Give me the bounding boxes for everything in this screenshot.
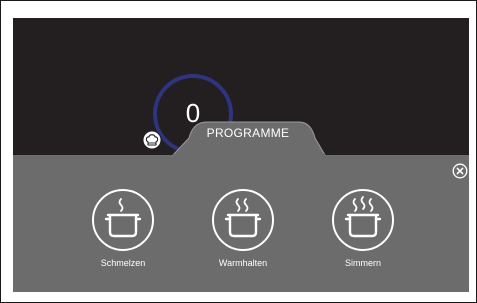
pot-steam-icon — [332, 189, 394, 251]
program-warmhalten-button[interactable]: Warmhalten — [193, 183, 293, 283]
programs-tab-label: PROGRAMME — [206, 126, 290, 140]
pot-steam-icon — [92, 189, 154, 251]
program-label: Simmern — [344, 258, 381, 268]
appliance-screen: 0 PROGRAMME Schmelzen Warmhalten Simmern — [13, 18, 469, 292]
chef-hat-icon[interactable] — [142, 130, 162, 150]
program-label: Schmelzen — [100, 258, 146, 268]
program-schmelzen-button[interactable]: Schmelzen — [73, 183, 173, 283]
device-frame: 0 PROGRAMME Schmelzen Warmhalten Simmern — [0, 0, 477, 303]
pot-steam-icon — [212, 189, 274, 251]
program-label: Warmhalten — [218, 258, 268, 268]
close-icon[interactable] — [452, 163, 468, 179]
program-simmern-button[interactable]: Simmern — [313, 183, 413, 283]
